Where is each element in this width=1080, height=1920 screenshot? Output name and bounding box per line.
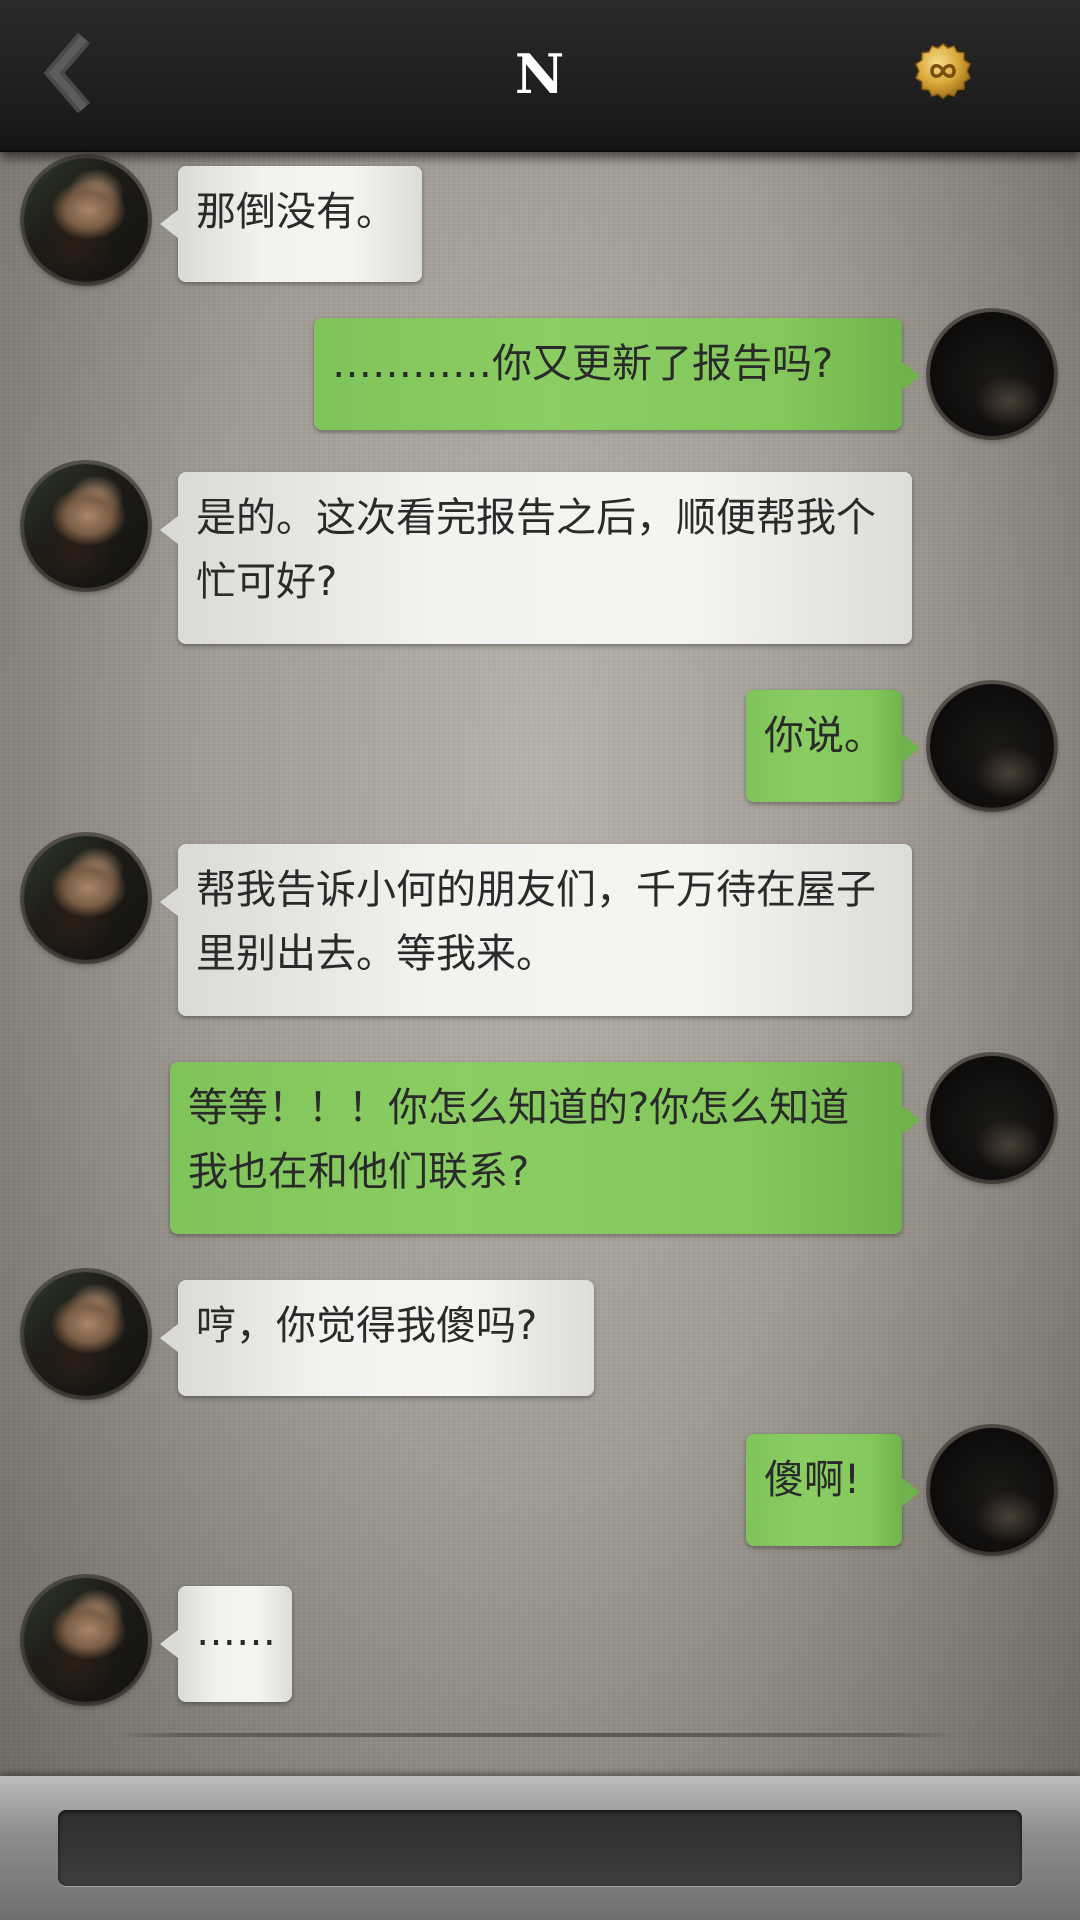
message-text: 你说。 [764,713,884,759]
top-bar: N [0,0,1080,152]
incoming-message[interactable]: 帮我告诉小何的朋友们，千万待在屋子里别出去。等我来。 [160,844,912,1016]
user-avatar[interactable] [930,1056,1054,1180]
message-text: 等等！！！你怎么知道的?你怎么知道我也在和他们联系? [188,1085,850,1195]
user-avatar[interactable] [930,312,1054,436]
contact-avatar[interactable] [24,464,148,588]
outgoing-message[interactable]: 等等！！！你怎么知道的?你怎么知道我也在和他们联系? [170,1062,920,1234]
contact-avatar[interactable] [24,1578,148,1702]
message-text: 是的。这次看完报告之后，顺便帮我个忙可好? [196,495,876,605]
user-avatar[interactable] [930,684,1054,808]
incoming-message[interactable]: 那倒没有。 [160,166,422,282]
incoming-message[interactable]: 哼，你觉得我傻吗? [160,1280,594,1396]
message-text: 哼，你觉得我傻吗? [196,1303,538,1349]
contact-avatar[interactable] [24,836,148,960]
outgoing-message[interactable]: 你说。 [746,690,920,802]
bottom-bar [0,1776,1080,1920]
incoming-message[interactable]: …… [160,1586,292,1702]
chat-end-divider [112,1733,960,1737]
contact-avatar[interactable] [24,1272,148,1396]
message-text: 傻啊! [764,1457,861,1503]
message-text: 那倒没有。 [196,189,396,235]
message-text: 帮我告诉小何的朋友们，千万待在屋子里别出去。等我来。 [196,867,876,977]
message-text: …… [196,1609,276,1655]
infinity-coin-button[interactable] [914,42,972,100]
incoming-message[interactable]: 是的。这次看完报告之后，顺便帮我个忙可好? [160,472,912,644]
message-input[interactable] [58,1810,1022,1886]
contact-avatar[interactable] [24,158,148,282]
outgoing-message[interactable]: 傻啊! [746,1434,920,1546]
outgoing-message[interactable]: …………你又更新了报告吗? [314,318,920,430]
message-text: …………你又更新了报告吗? [332,341,834,387]
user-avatar[interactable] [930,1428,1054,1552]
infinity-coin-icon [915,43,971,99]
